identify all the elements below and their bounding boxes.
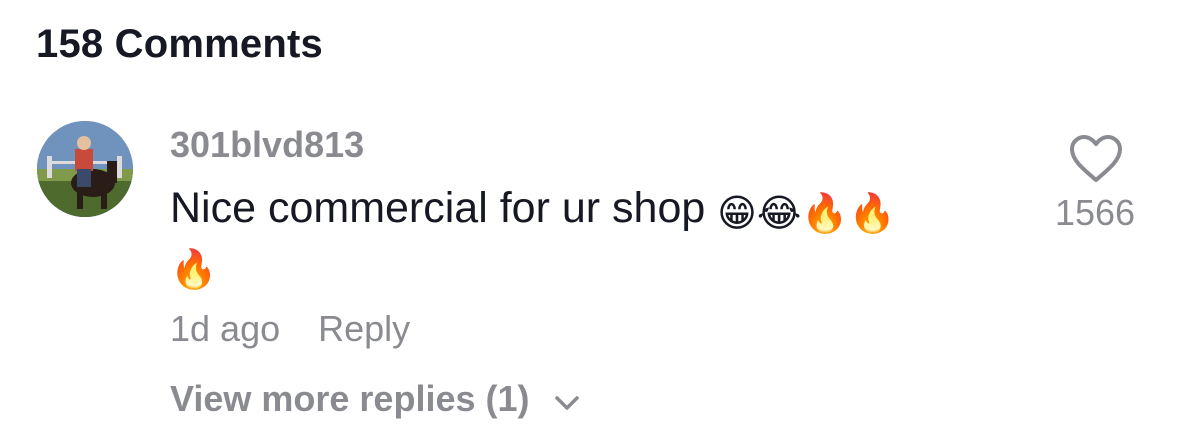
reply-button[interactable]: Reply bbox=[318, 308, 410, 349]
comment-timestamp: 1d ago bbox=[170, 308, 281, 349]
comment-text: Nice commercial for ur shop bbox=[170, 184, 706, 232]
comment-username[interactable]: 301blvd813 bbox=[170, 124, 364, 166]
view-more-replies-label: View more replies (1) bbox=[170, 378, 530, 419]
comment-meta: 1d ago Reply bbox=[170, 308, 410, 350]
heart-outline-icon[interactable] bbox=[1068, 134, 1124, 184]
laughing-tears-emoji: 😂 bbox=[756, 191, 802, 235]
comment-body: Nice commercial for ur shop 😁😂🔥🔥 🔥 bbox=[170, 180, 1030, 292]
view-more-replies-button[interactable]: View more replies (1) bbox=[170, 378, 580, 420]
grinning-emoji: 😁 bbox=[717, 191, 757, 235]
fire-emoji: 🔥 bbox=[848, 191, 896, 235]
fire-emoji: 🔥 bbox=[170, 247, 218, 291]
like-count: 1566 bbox=[1054, 192, 1136, 233]
chevron-down-icon bbox=[554, 378, 580, 420]
comments-panel: 158 Comments 301blvd813 Nice commercial … bbox=[0, 0, 1179, 426]
avatar[interactable] bbox=[37, 121, 133, 217]
comments-count-title: 158 Comments bbox=[36, 22, 323, 66]
fire-emoji: 🔥 bbox=[801, 191, 849, 235]
